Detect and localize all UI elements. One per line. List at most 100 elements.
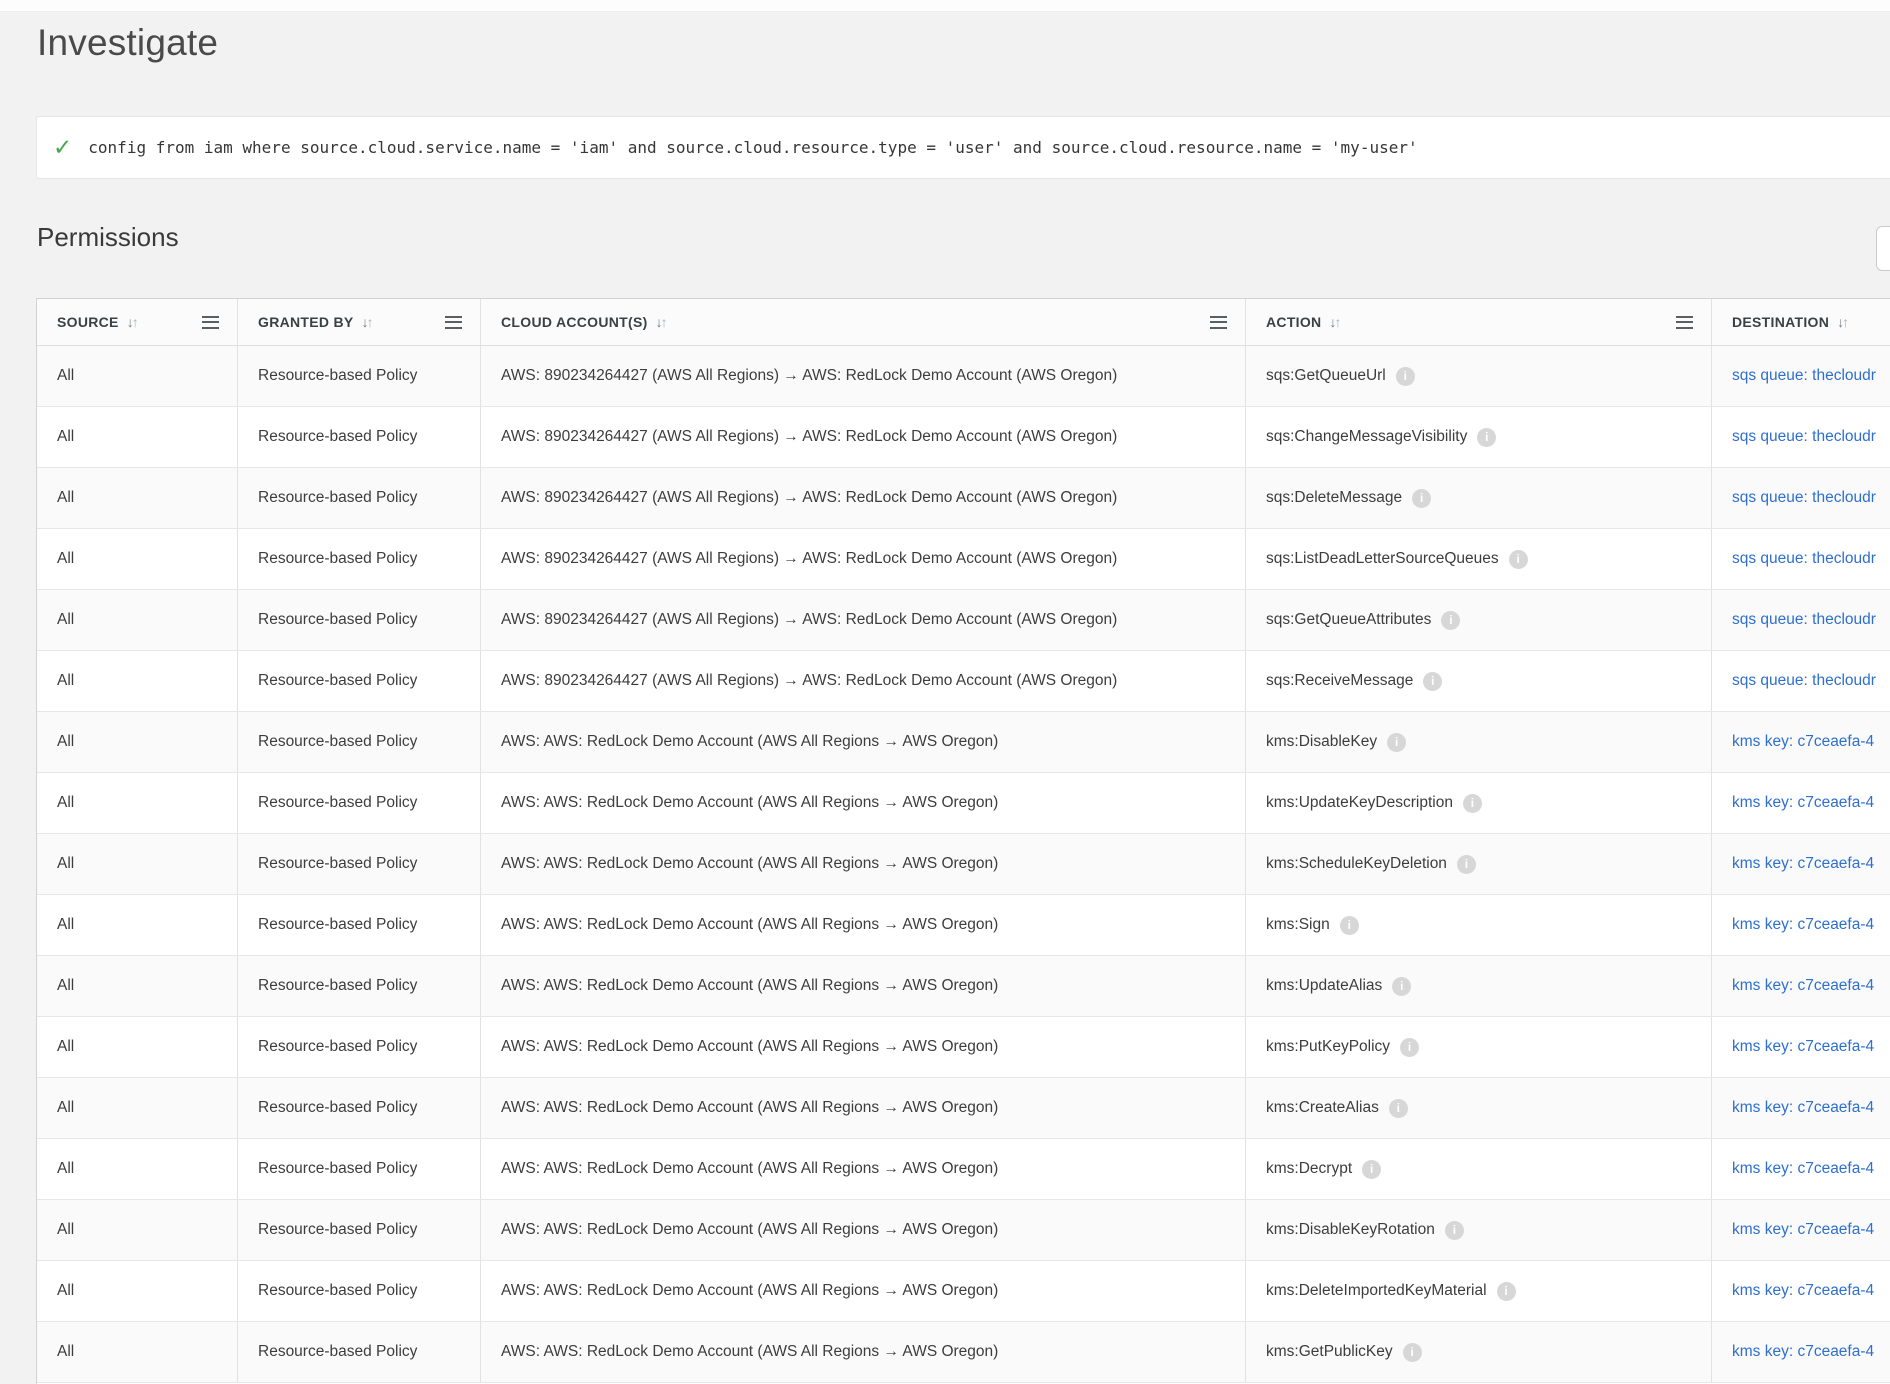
granted-by-cell: Resource-based Policy [238, 956, 481, 1016]
destination-link[interactable]: kms key: c7ceaefa-4 [1712, 895, 1890, 955]
granted-by-cell: Resource-based Policy [238, 1017, 481, 1077]
destination-link[interactable]: kms key: c7ceaefa-4 [1712, 1017, 1890, 1077]
query-text: config from iam where source.cloud.servi… [88, 138, 1417, 157]
info-icon[interactable]: i [1477, 428, 1496, 447]
info-icon[interactable]: i [1445, 1221, 1464, 1240]
destination-link[interactable]: sqs queue: thecloudr [1712, 590, 1890, 650]
cloud-account-cell: AWS: AWS: RedLock Demo Account (AWS All … [481, 956, 1246, 1016]
info-icon[interactable]: i [1400, 1038, 1419, 1057]
source-cell: All [37, 895, 238, 955]
info-icon[interactable]: i [1396, 367, 1415, 386]
granted-by-cell: Resource-based Policy [238, 1139, 481, 1199]
info-icon[interactable]: i [1497, 1282, 1516, 1301]
cloud-account-cell: AWS: AWS: RedLock Demo Account (AWS All … [481, 1322, 1246, 1382]
info-icon[interactable]: i [1387, 733, 1406, 752]
cloud-account-cell: AWS: AWS: RedLock Demo Account (AWS All … [481, 1200, 1246, 1260]
info-icon[interactable]: i [1509, 550, 1528, 569]
action-cell: kms:Sign i [1246, 895, 1712, 955]
column-menu-icon[interactable] [1676, 316, 1693, 329]
table-header-row: SOURCE ↓↑ GRANTED BY ↓↑ CLOUD ACCOUNT(S)… [37, 299, 1890, 346]
table-row: All Resource-based Policy AWS: AWS: RedL… [37, 1017, 1890, 1078]
destination-link[interactable]: sqs queue: thecloudr [1712, 346, 1890, 406]
info-icon[interactable]: i [1403, 1343, 1422, 1362]
destination-link[interactable]: sqs queue: thecloudr [1712, 468, 1890, 528]
info-icon[interactable]: i [1340, 916, 1359, 935]
sort-icon[interactable]: ↓↑ [656, 314, 668, 330]
granted-by-cell: Resource-based Policy [238, 773, 481, 833]
info-icon[interactable]: i [1457, 855, 1476, 874]
cloud-account-cell: AWS: AWS: RedLock Demo Account (AWS All … [481, 712, 1246, 772]
granted-by-cell: Resource-based Policy [238, 651, 481, 711]
column-menu-icon[interactable] [202, 316, 219, 329]
granted-by-cell: Resource-based Policy [238, 529, 481, 589]
table-row: All Resource-based Policy AWS: 890234264… [37, 468, 1890, 529]
action-cell: sqs:ChangeMessageVisibility i [1246, 407, 1712, 467]
destination-link[interactable]: sqs queue: thecloudr [1712, 651, 1890, 711]
granted-by-cell: Resource-based Policy [238, 834, 481, 894]
info-icon[interactable]: i [1463, 794, 1482, 813]
source-cell: All [37, 712, 238, 772]
source-cell: All [37, 529, 238, 589]
source-cell: All [37, 651, 238, 711]
destination-link[interactable]: kms key: c7ceaefa-4 [1712, 1322, 1890, 1382]
table-row: All Resource-based Policy AWS: 890234264… [37, 651, 1890, 712]
column-header-source[interactable]: SOURCE ↓↑ [37, 299, 238, 345]
info-icon[interactable]: i [1362, 1160, 1381, 1179]
info-icon[interactable]: i [1423, 672, 1442, 691]
granted-by-cell: Resource-based Policy [238, 590, 481, 650]
cloud-account-cell: AWS: 890234264427 (AWS All Regions) → AW… [481, 346, 1246, 406]
column-menu-icon[interactable] [445, 316, 462, 329]
cloud-account-cell: AWS: 890234264427 (AWS All Regions) → AW… [481, 651, 1246, 711]
destination-link[interactable]: kms key: c7ceaefa-4 [1712, 834, 1890, 894]
info-icon[interactable]: i [1389, 1099, 1408, 1118]
source-cell: All [37, 773, 238, 833]
source-cell: All [37, 590, 238, 650]
table-row: All Resource-based Policy AWS: AWS: RedL… [37, 712, 1890, 773]
destination-link[interactable]: kms key: c7ceaefa-4 [1712, 773, 1890, 833]
table-row: All Resource-based Policy AWS: AWS: RedL… [37, 1200, 1890, 1261]
destination-link[interactable]: kms key: c7ceaefa-4 [1712, 1261, 1890, 1321]
table-row: All Resource-based Policy AWS: AWS: RedL… [37, 956, 1890, 1017]
source-cell: All [37, 1017, 238, 1077]
info-icon[interactable]: i [1392, 977, 1411, 996]
destination-link[interactable]: kms key: c7ceaefa-4 [1712, 1078, 1890, 1138]
cloud-account-cell: AWS: AWS: RedLock Demo Account (AWS All … [481, 773, 1246, 833]
column-header-cloud-accounts[interactable]: CLOUD ACCOUNT(S) ↓↑ [481, 299, 1246, 345]
page-title: Investigate [37, 22, 218, 64]
source-cell: All [37, 468, 238, 528]
sort-icon[interactable]: ↓↑ [127, 314, 139, 330]
granted-by-cell: Resource-based Policy [238, 346, 481, 406]
sort-icon[interactable]: ↓↑ [1329, 314, 1341, 330]
action-cell: sqs:ReceiveMessage i [1246, 651, 1712, 711]
destination-link[interactable]: sqs queue: thecloudr [1712, 407, 1890, 467]
destination-link[interactable]: kms key: c7ceaefa-4 [1712, 1200, 1890, 1260]
table-row: All Resource-based Policy AWS: AWS: RedL… [37, 1322, 1890, 1383]
query-input[interactable]: ✓ config from iam where source.cloud.ser… [36, 116, 1890, 179]
granted-by-cell: Resource-based Policy [238, 712, 481, 772]
table-row: All Resource-based Policy AWS: 890234264… [37, 529, 1890, 590]
source-cell: All [37, 834, 238, 894]
destination-link[interactable]: kms key: c7ceaefa-4 [1712, 956, 1890, 1016]
action-cell: kms:DisableKeyRotation i [1246, 1200, 1712, 1260]
info-icon[interactable]: i [1412, 489, 1431, 508]
column-menu-icon[interactable] [1210, 316, 1227, 329]
table-row: All Resource-based Policy AWS: 890234264… [37, 590, 1890, 651]
column-header-destination[interactable]: DESTINATION ↓↑ [1712, 299, 1890, 345]
column-header-granted-by[interactable]: GRANTED BY ↓↑ [238, 299, 481, 345]
cloud-account-cell: AWS: 890234264427 (AWS All Regions) → AW… [481, 468, 1246, 528]
table-row: All Resource-based Policy AWS: AWS: RedL… [37, 1078, 1890, 1139]
table-row: All Resource-based Policy AWS: AWS: RedL… [37, 895, 1890, 956]
sort-icon[interactable]: ↓↑ [362, 314, 374, 330]
action-cell: kms:DeleteImportedKeyMaterial i [1246, 1261, 1712, 1321]
info-icon[interactable]: i [1441, 611, 1460, 630]
sort-icon[interactable]: ↓↑ [1837, 314, 1849, 330]
table-settings-button[interactable] [1876, 226, 1890, 271]
table-row: All Resource-based Policy AWS: AWS: RedL… [37, 834, 1890, 895]
destination-link[interactable]: sqs queue: thecloudr [1712, 529, 1890, 589]
column-header-action[interactable]: ACTION ↓↑ [1246, 299, 1712, 345]
destination-link[interactable]: kms key: c7ceaefa-4 [1712, 712, 1890, 772]
destination-link[interactable]: kms key: c7ceaefa-4 [1712, 1139, 1890, 1199]
section-title-permissions: Permissions [37, 222, 179, 253]
table-row: All Resource-based Policy AWS: 890234264… [37, 407, 1890, 468]
source-cell: All [37, 1200, 238, 1260]
